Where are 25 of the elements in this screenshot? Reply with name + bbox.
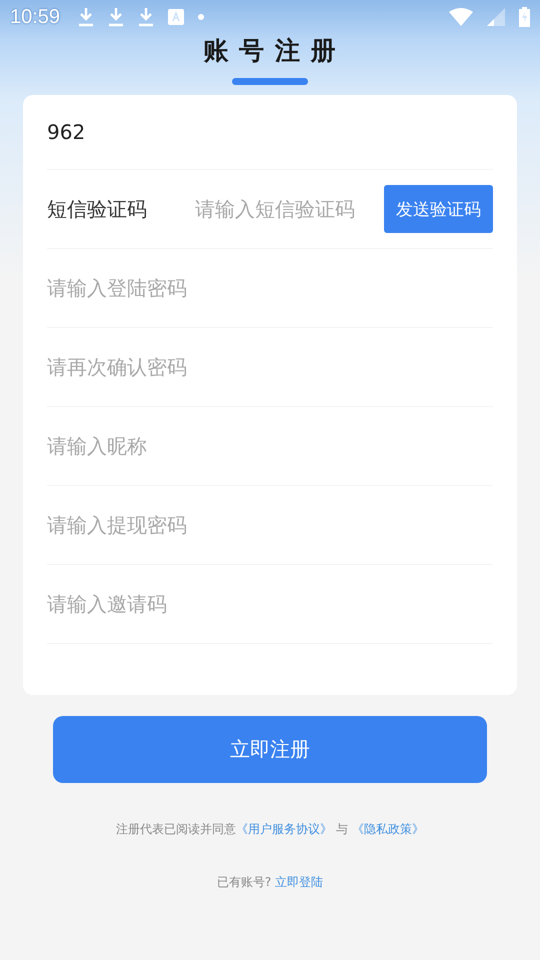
code-field[interactable]: 请输入短信验证码	[195, 197, 384, 221]
text-field[interactable]: 请输入登陆密码	[47, 276, 493, 300]
login-link[interactable]: 立即登陆	[275, 874, 324, 891]
download-icon	[78, 7, 94, 27]
text-field[interactable]: 请输入提现密码	[47, 513, 493, 537]
dot-icon	[198, 14, 204, 20]
download-icon	[138, 7, 154, 27]
field-label: 短信验证码	[47, 196, 148, 222]
app-notification-icon	[168, 9, 184, 25]
text-field[interactable]: 请输入邀请码	[47, 592, 493, 616]
user-agreement-link[interactable]: 《用户服务协议》	[236, 822, 332, 836]
text-field[interactable]: 请输入昵称	[47, 434, 493, 458]
agreement-text: 注册代表已阅读并同意《用户服务协议》 与 《隐私政策》	[116, 821, 424, 838]
signal-icon	[487, 8, 505, 26]
phone-field[interactable]: 962	[47, 120, 493, 144]
status-time: 10:59	[10, 6, 60, 28]
download-icon	[108, 7, 124, 27]
register-button[interactable]: 立即注册	[53, 716, 487, 783]
privacy-policy-link[interactable]: 《隐私政策》	[352, 822, 424, 836]
send-code-button[interactable]: 发送验证码	[384, 185, 493, 233]
text-field[interactable]: 请再次确认密码	[47, 355, 493, 379]
login-prompt: 已有账号?	[216, 874, 272, 891]
battery-icon	[519, 7, 530, 27]
wifi-icon	[449, 8, 473, 26]
page-title: 账 号 注 册	[203, 35, 337, 67]
